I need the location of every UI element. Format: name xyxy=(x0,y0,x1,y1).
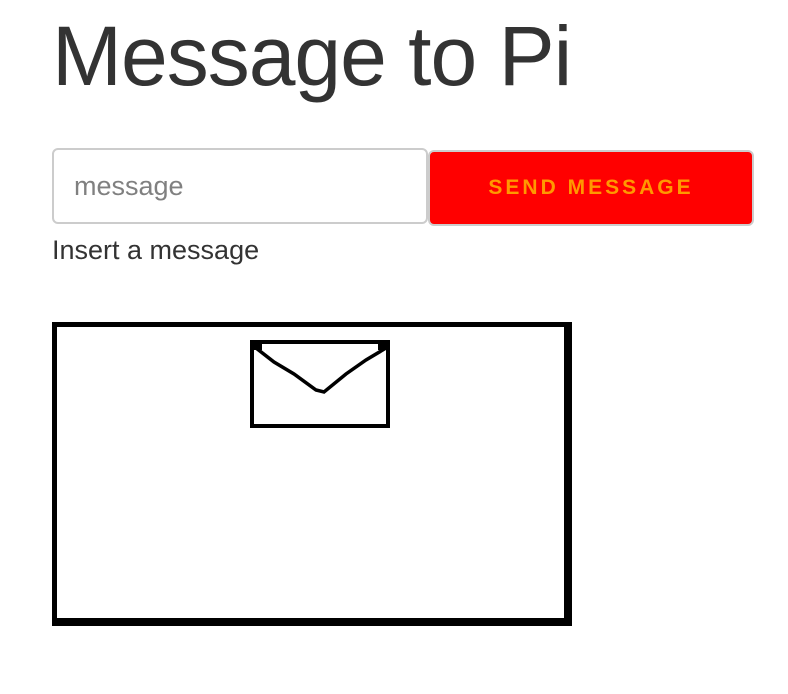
message-display-box xyxy=(52,322,572,626)
help-text: Insert a message xyxy=(52,235,260,265)
envelope-icon xyxy=(250,340,390,428)
message-input[interactable] xyxy=(52,148,428,224)
page-title: Message to Pi xyxy=(52,9,572,103)
send-message-button[interactable]: SEND MESSAGE xyxy=(428,150,754,226)
